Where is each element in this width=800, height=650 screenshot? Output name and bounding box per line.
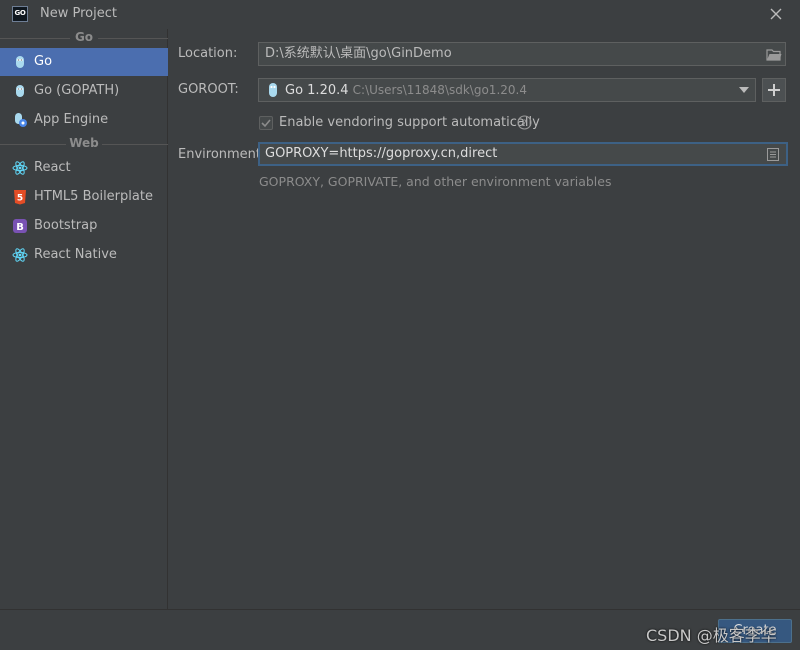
project-settings-panel: Location: D:\系统默认\桌面\go\GinDemo GOROOT: … xyxy=(168,29,800,609)
environment-hint: GOPROXY, GOPRIVATE, and other environmen… xyxy=(259,174,612,189)
location-label: Location: xyxy=(178,46,238,61)
group-header-web: Web xyxy=(0,136,168,151)
html5-icon: 5 xyxy=(14,190,26,205)
help-icon[interactable]: ? xyxy=(517,115,532,130)
sidebar-item-label: Go (GOPATH) xyxy=(34,83,120,98)
sidebar-item-react-native[interactable]: React Native xyxy=(0,241,168,269)
sidebar-item-react[interactable]: React xyxy=(0,154,168,182)
sidebar-item-label: React xyxy=(34,160,71,175)
sidebar-item-label: App Engine xyxy=(34,112,109,127)
svg-text:?: ? xyxy=(522,119,527,129)
sidebar-item-label: Go xyxy=(34,54,53,69)
goland-logo-icon: GO xyxy=(12,6,28,22)
close-icon xyxy=(770,8,782,20)
environment-value: GOPROXY=https://goproxy.cn,direct xyxy=(265,146,498,161)
group-header-go: Go xyxy=(0,30,168,45)
location-value: D:\系统默认\桌面\go\GinDemo xyxy=(265,46,452,61)
bootstrap-icon: B xyxy=(13,219,27,233)
environment-field[interactable]: GOPROXY=https://goproxy.cn,direct xyxy=(258,142,788,166)
chevron-down-icon xyxy=(739,87,749,93)
react-icon xyxy=(12,248,28,262)
sidebar-item-label: HTML5 Boilerplate xyxy=(34,189,153,204)
sidebar-item-go[interactable]: Go xyxy=(0,48,168,76)
edit-list-icon[interactable] xyxy=(767,148,779,161)
close-button[interactable] xyxy=(766,4,786,24)
location-field[interactable]: D:\系统默认\桌面\go\GinDemo xyxy=(258,42,786,66)
folder-icon[interactable] xyxy=(766,48,782,61)
sidebar-item-label: Bootstrap xyxy=(34,218,98,233)
sidebar-item-go-gopath[interactable]: Go (GOPATH) xyxy=(0,77,168,105)
title-bar: GO New Project xyxy=(0,0,800,29)
add-sdk-button[interactable] xyxy=(762,78,786,102)
group-label: Go xyxy=(74,30,94,44)
app-engine-icon xyxy=(15,113,27,127)
check-icon xyxy=(261,119,271,128)
watermark: CSDN @极客李华 xyxy=(646,626,777,645)
sidebar-item-bootstrap[interactable]: B Bootstrap xyxy=(0,212,168,240)
sidebar-item-app-engine[interactable]: App Engine xyxy=(0,106,168,134)
vendoring-label: Enable vendoring support automatically xyxy=(279,115,540,130)
sidebar-item-label: React Native xyxy=(34,247,117,262)
goroot-select[interactable]: Go 1.20.4 C:\Users\11848\sdk\go1.20.4 xyxy=(258,78,756,102)
goroot-path: C:\Users\11848\sdk\go1.20.4 xyxy=(352,83,527,97)
environment-label: Environment: xyxy=(178,147,266,162)
go-gopher-icon xyxy=(16,56,24,68)
project-type-sidebar: Go Go Go (GOPATH) App Engine Web React 5… xyxy=(0,29,168,609)
go-gopher-icon xyxy=(269,83,277,97)
window-title: New Project xyxy=(40,6,117,21)
vendoring-checkbox[interactable] xyxy=(259,116,273,130)
sidebar-item-html5-boilerplate[interactable]: 5 HTML5 Boilerplate xyxy=(0,183,168,211)
goroot-version: Go 1.20.4 xyxy=(285,83,349,98)
plus-icon xyxy=(768,84,780,96)
svg-text:B: B xyxy=(16,222,24,233)
dialog-footer: Create CSDN @极客李华 xyxy=(0,609,800,650)
group-label: Web xyxy=(69,136,99,150)
react-icon xyxy=(12,161,28,175)
goroot-label: GOROOT: xyxy=(178,82,239,97)
svg-text:5: 5 xyxy=(17,194,23,204)
go-gopher-icon xyxy=(16,85,24,97)
